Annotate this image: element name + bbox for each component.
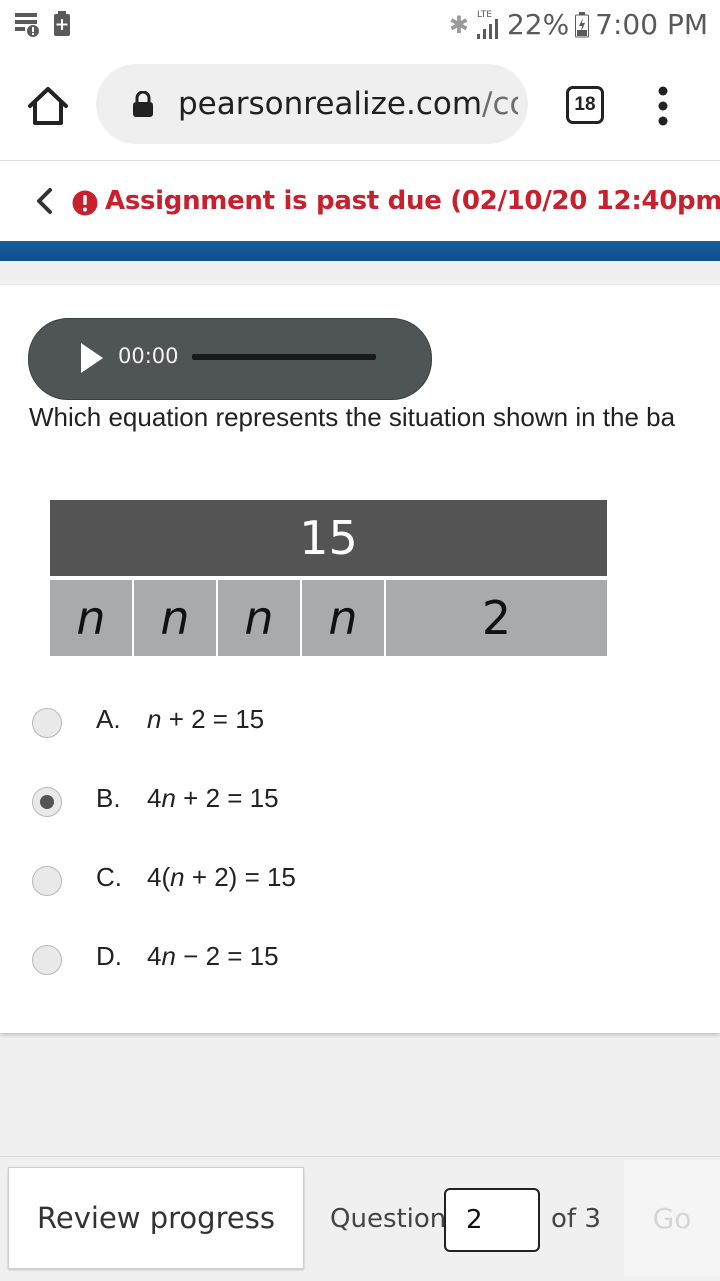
option-b-letter: B. (96, 783, 121, 813)
option-c-rest: + 2) = 15 (184, 862, 296, 892)
option-a-letter: A. (96, 704, 121, 734)
battery-percent: 22% (506, 8, 570, 41)
option-b[interactable]: B. 4n + 2 = 15 (30, 783, 630, 823)
url-path: /co (482, 86, 518, 122)
back-chevron-icon[interactable] (32, 185, 56, 217)
lock-icon (133, 91, 153, 117)
bar-model-part: n (50, 580, 132, 656)
option-a[interactable]: A. n + 2 = 15 (30, 704, 630, 744)
option-c-variable: n (170, 862, 185, 892)
bar-model-part: n (302, 580, 384, 656)
option-b-equation: 4n + 2 = 15 (147, 783, 279, 814)
play-icon[interactable] (80, 342, 104, 374)
option-d-equation: 4n − 2 = 15 (147, 941, 279, 972)
bluetooth-icon: ✱ (448, 10, 469, 39)
option-a-rest: + 2 = 15 (161, 704, 265, 734)
option-b-pre: 4 (147, 783, 162, 813)
option-d[interactable]: D. 4n − 2 = 15 (30, 941, 630, 981)
option-b-variable: n (161, 783, 176, 813)
battery-plus-icon (54, 11, 70, 36)
audio-progress-track[interactable] (192, 354, 376, 360)
option-d-radio[interactable] (32, 945, 62, 975)
home-icon[interactable] (26, 84, 70, 128)
option-a-variable: n (147, 704, 162, 734)
option-b-rest: + 2 = 15 (175, 783, 279, 813)
option-d-letter: D. (96, 941, 122, 971)
review-progress-button[interactable]: Review progress (8, 1167, 304, 1269)
tab-switcher-button[interactable]: 18 (566, 86, 604, 124)
bar-model-part: n (218, 580, 300, 656)
overflow-menu-icon[interactable] (652, 86, 674, 126)
notification-list-icon (15, 13, 39, 37)
question-total: of 3 (551, 1204, 601, 1234)
url-domain: pearsonrealize.com (178, 86, 483, 122)
option-a-equation: n + 2 = 15 (147, 704, 264, 735)
alert-icon (72, 190, 98, 216)
bar-model-part: n (134, 580, 216, 656)
clock: 7:00 PM (595, 8, 708, 41)
bar-model-constant: 2 (386, 580, 607, 656)
url-text: pearsonrealize.com/co (178, 86, 518, 122)
option-a-radio[interactable] (32, 708, 62, 738)
go-button[interactable]: Go (624, 1160, 720, 1276)
bar-model-total: 15 (50, 500, 607, 576)
past-due-message: Assignment is past due (02/10/20 12:40pm… (105, 186, 720, 216)
audio-time: 00:00 (118, 344, 179, 368)
question-prompt: Which equation represents the situation … (29, 402, 676, 432)
option-c-equation: 4(n + 2) = 15 (147, 862, 296, 893)
question-label: Question (330, 1204, 447, 1234)
option-b-radio[interactable] (32, 787, 62, 817)
option-c-radio[interactable] (32, 866, 62, 896)
question-number-input[interactable] (444, 1188, 540, 1252)
option-d-rest: − 2 = 15 (175, 941, 279, 971)
battery-charging-icon (575, 11, 590, 37)
option-c[interactable]: C. 4(n + 2) = 15 (30, 862, 630, 902)
option-c-pre: 4( (147, 862, 171, 892)
status-right: ✱ LTE 22% 7:00 PM (449, 8, 708, 41)
option-c-letter: C. (96, 862, 122, 892)
status-bar: ✱ LTE 22% 7:00 PM (0, 0, 720, 50)
browser-toolbar: pearsonrealize.com/co 18 (0, 50, 720, 161)
option-d-variable: n (161, 941, 176, 971)
option-d-pre: 4 (147, 941, 162, 971)
address-bar[interactable]: pearsonrealize.com/co (96, 64, 528, 144)
signal-icon: LTE (475, 10, 501, 40)
header-divider (0, 241, 720, 261)
